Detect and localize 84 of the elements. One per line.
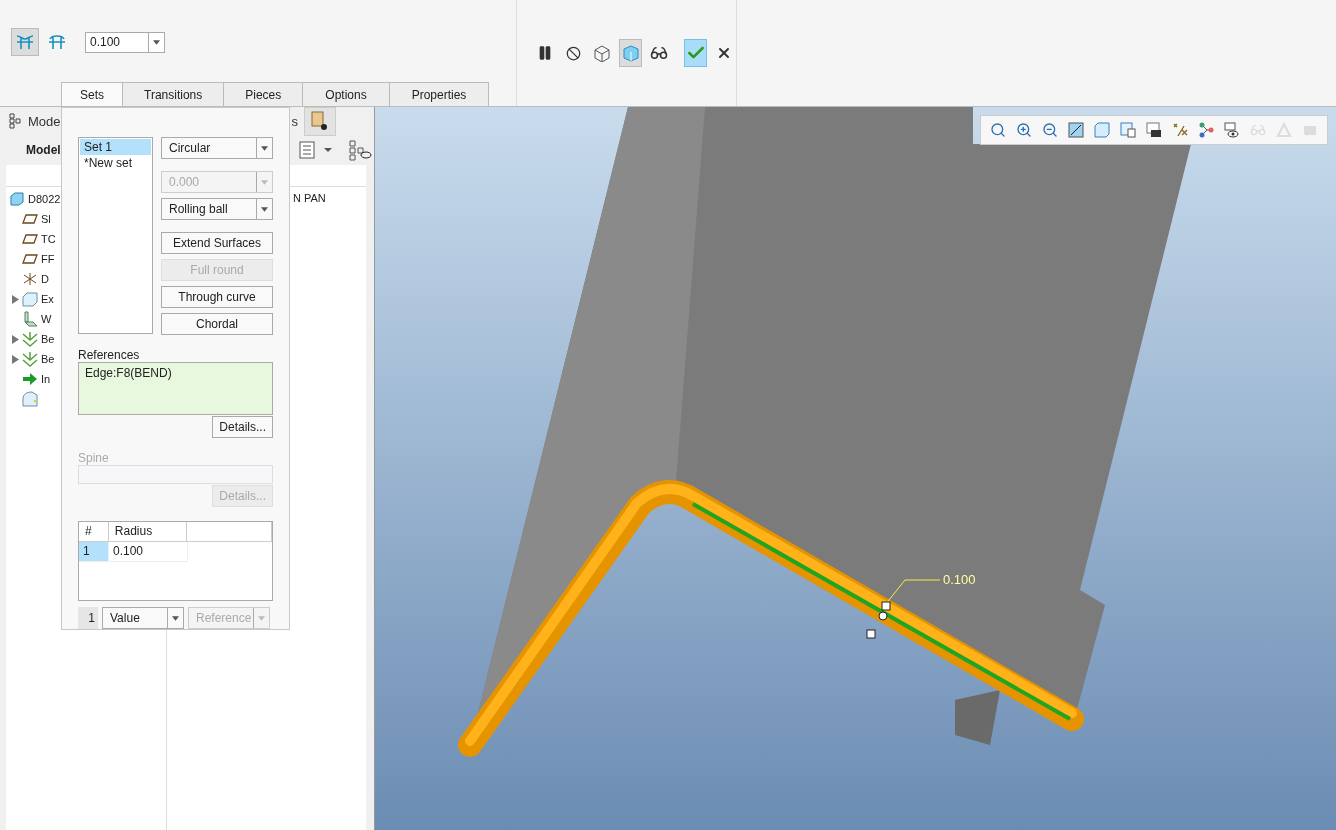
round-shape-icon (15, 33, 35, 51)
arch-shape-icon (47, 33, 67, 51)
caret-icon (261, 145, 268, 151)
tree-item[interactable]: In (41, 373, 51, 385)
eye-icon (1224, 122, 1240, 138)
glasses-icon (650, 44, 669, 62)
stop-icon (565, 45, 581, 61)
box-icon (22, 291, 38, 307)
tab[interactable]: Options (302, 82, 390, 106)
details-button[interactable]: Details... (212, 415, 273, 438)
table-cell: N PAN (293, 192, 326, 204)
expand-arrow-icon[interactable] (12, 354, 19, 364)
caret-icon (153, 39, 160, 45)
parallelogram-icon (22, 231, 38, 247)
radius-field[interactable]: 0.100 (85, 31, 165, 53)
option-button[interactable]: Chordal (161, 313, 273, 335)
tab[interactable]: Sets (61, 82, 123, 106)
wireframe-box-icon (591, 44, 612, 62)
round-type-button[interactable] (11, 28, 39, 56)
nodes-icon (1198, 122, 1214, 138)
caret-icon (258, 615, 265, 621)
glasses-icon (1250, 122, 1266, 138)
set-item[interactable]: *New set (80, 155, 151, 171)
layers-tab[interactable] (304, 106, 336, 136)
caret-icon (261, 179, 268, 185)
round-icon (22, 391, 38, 407)
drag-handle[interactable] (881, 601, 891, 611)
sheet-icon (22, 311, 38, 327)
shaded-box-icon (620, 44, 641, 62)
views-icon (1120, 122, 1136, 138)
zoom-out-icon (1042, 122, 1058, 138)
zoom-in-icon (1016, 122, 1032, 138)
caret-icon (261, 206, 268, 212)
section-label: Spine (78, 450, 110, 465)
repaint-button[interactable] (1065, 119, 1087, 141)
triangle-icon (1276, 122, 1292, 138)
dropdown[interactable]: Circular (161, 137, 273, 159)
tab[interactable]: Pieces (223, 82, 304, 106)
tree-item[interactable]: Sl (41, 213, 51, 225)
tree-item[interactable]: D (41, 273, 49, 285)
tree-title: Model (26, 143, 61, 157)
tree-item[interactable]: D8022 (28, 193, 61, 205)
option-button[interactable]: Extend Surfaces (161, 232, 273, 254)
section-label: References (78, 348, 141, 362)
bend-icon (22, 331, 38, 347)
datum-icon (1172, 122, 1188, 138)
column-header: # (79, 521, 109, 542)
tab[interactable]: Properties (388, 82, 490, 106)
bend-icon (22, 351, 38, 367)
tab[interactable]: s (291, 113, 298, 129)
tab[interactable]: Transitions (122, 82, 225, 106)
search-icon (990, 122, 1006, 138)
tree-item[interactable]: TC (41, 233, 56, 245)
repaint-icon (1068, 122, 1084, 138)
tab-drawing (955, 690, 1000, 745)
anchor-point[interactable] (878, 611, 888, 621)
arrow-icon (22, 371, 38, 387)
expand-arrow-icon[interactable] (12, 294, 19, 304)
count-label: 1 (78, 607, 98, 629)
tree-item[interactable]: Be (41, 333, 55, 345)
tree-item[interactable]: Be (41, 353, 55, 365)
caret-icon (172, 615, 179, 621)
dropdown[interactable]: Rolling ball (161, 198, 273, 220)
display-icon (1094, 122, 1110, 138)
cube-icon (9, 191, 25, 207)
tree-item[interactable]: W (41, 313, 52, 325)
table-cell[interactable]: 1 (79, 541, 109, 562)
dimension-label[interactable]: 0.100 (943, 572, 976, 587)
column-header: Radius (108, 521, 188, 542)
axes-icon (22, 271, 38, 287)
references-field[interactable]: Edge:F8(BEND) (78, 362, 273, 415)
tree-item[interactable]: FF (41, 253, 55, 265)
option-button[interactable]: Through curve (161, 286, 273, 308)
parallelogram-icon (22, 211, 38, 227)
expand-arrow-icon[interactable] (12, 334, 19, 344)
parallelogram-icon (22, 251, 38, 267)
tree-icon (8, 113, 22, 129)
set-item[interactable]: Set 1 (80, 139, 151, 155)
dropdown[interactable]: Value (102, 607, 184, 629)
tab[interactable]: Mode (28, 113, 61, 129)
table-cell[interactable]: 0.100 (109, 541, 188, 562)
tree-item[interactable]: Ex (41, 293, 54, 305)
camera-icon (1146, 122, 1162, 138)
drag-handle[interactable] (866, 629, 876, 639)
